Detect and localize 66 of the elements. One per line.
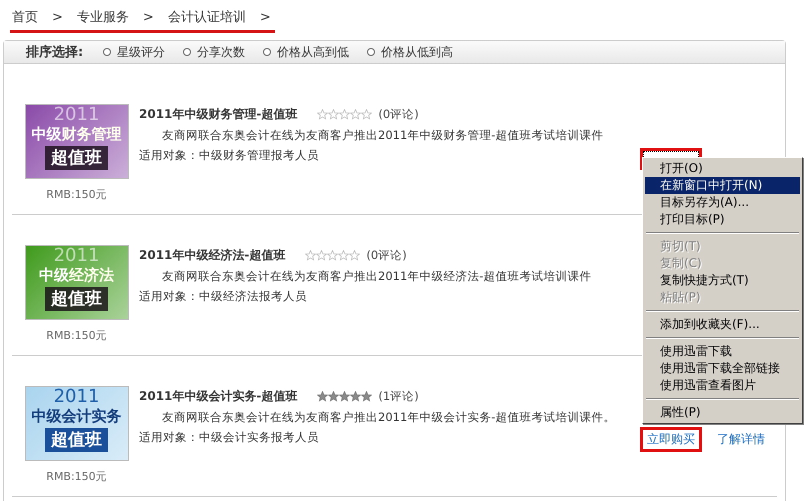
radio-button[interactable] — [367, 48, 376, 56]
course-description: 友商网联合东奥会计在线为友商客户推出2011年中级会计实务-超值班考试培训课件。 — [161, 410, 616, 425]
menu-item[interactable]: 属性(P) — [645, 404, 800, 421]
star-icon — [338, 250, 350, 261]
action-link[interactable]: 立即购买 — [640, 427, 702, 452]
price: RMB:150元 — [46, 187, 107, 202]
star-icon — [339, 109, 350, 120]
menu-item[interactable]: 添加到收藏夹(F)... — [645, 316, 800, 333]
price: RMB:150元 — [46, 328, 107, 343]
star-icon — [317, 391, 328, 402]
menu-item[interactable]: 打印目标(P) — [645, 211, 800, 228]
menu-item[interactable]: 在新窗口中打开(N) — [645, 177, 800, 194]
banner-subject: 中级经济法 — [39, 266, 114, 284]
menu-item[interactable]: 使用迅雷下载 — [645, 343, 800, 360]
star-icon — [316, 250, 328, 261]
banner-year: 2011 — [54, 387, 100, 407]
banner-badge: 超值班 — [45, 146, 108, 170]
radio-button[interactable] — [263, 48, 272, 56]
menu-item[interactable]: 使用迅雷下载全部链接 — [645, 360, 800, 377]
banner-badge: 超值班 — [45, 428, 108, 452]
star-icon — [305, 250, 316, 261]
course-description: 友商网联合东奥会计在线为友商客户推出2011年中级财务管理-超值班考试培训课件 — [161, 128, 604, 143]
banner-subject: 中级会计实务 — [32, 407, 122, 425]
star-icon — [349, 250, 360, 261]
banner-badge: 超值班 — [45, 287, 108, 311]
star-icon — [361, 391, 372, 402]
sort-option[interactable]: 星级评分 — [103, 44, 166, 60]
menu-item[interactable]: 复制快捷方式(T) — [645, 272, 800, 289]
course-title[interactable]: 2011年中级会计实务-超值班 — [139, 388, 298, 405]
breadcrumb-separator: > — [52, 10, 63, 24]
star-icon — [339, 391, 350, 402]
radio-button[interactable] — [103, 48, 112, 56]
radio-button[interactable] — [183, 48, 192, 56]
star-icon — [328, 391, 340, 402]
course-title[interactable]: 2011年中级财务管理-超值班 — [139, 106, 298, 123]
star-icon — [350, 391, 362, 402]
review-count: (0评论) — [378, 107, 419, 122]
menu-item[interactable]: 使用迅雷查看图片 — [645, 377, 800, 394]
menu-item[interactable]: 打开(O) — [645, 160, 800, 177]
target-audience: 适用对象：中级经济法报考人员 — [139, 289, 308, 304]
review-count: (1评论) — [378, 389, 419, 404]
breadcrumb-link[interactable]: 会计认证培训 — [168, 8, 246, 26]
banner-year: 2011 — [54, 105, 100, 125]
banner-year: 2011 — [54, 246, 100, 266]
sort-label: 排序选择: — [26, 44, 84, 61]
target-audience: 适用对象：中级会计实务报考人员 — [139, 430, 320, 445]
review-count: (0评论) — [366, 248, 407, 263]
menu-item[interactable]: 目标另存为(A)... — [645, 194, 800, 211]
sort-option[interactable]: 分享次数 — [183, 44, 246, 60]
course-description: 友商网联合东奥会计在线为友商客户推出2011年中级经济法-超值班考试培训课件 — [161, 269, 592, 284]
breadcrumb-separator: > — [260, 10, 271, 24]
action-link[interactable]: 了解详情 — [710, 427, 772, 452]
price: RMB:150元 — [46, 469, 107, 484]
star-icon — [350, 109, 362, 120]
breadcrumb-link[interactable]: 首页 — [12, 8, 38, 26]
star-icon — [361, 109, 372, 120]
breadcrumb-separator: > — [142, 10, 154, 24]
banner-subject: 中级财务管理 — [32, 125, 122, 143]
course-title[interactable]: 2011年中级经济法-超值班 — [139, 247, 286, 264]
sort-option[interactable]: 价格从低到高 — [367, 44, 454, 60]
star-icon — [317, 109, 328, 120]
breadcrumb-link[interactable]: 专业服务 — [76, 8, 129, 26]
sort-option[interactable]: 价格从高到低 — [263, 44, 350, 60]
star-icon — [327, 250, 338, 261]
star-icon — [328, 109, 340, 120]
target-audience: 适用对象：中级财务管理报考人员 — [139, 148, 320, 163]
